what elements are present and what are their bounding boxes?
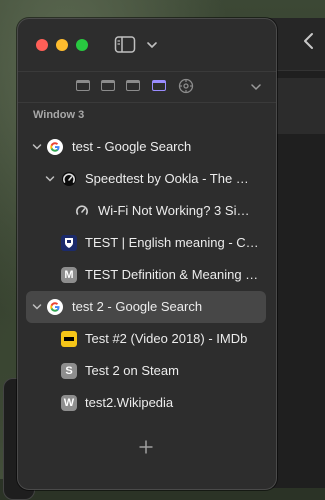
- tab-title: test 2 - Google Search: [72, 299, 203, 314]
- tab-group-bar: [18, 71, 276, 103]
- chevron-down-icon[interactable]: [32, 302, 42, 312]
- speedtest-icon: [62, 172, 76, 186]
- cambridge-icon: [61, 235, 77, 251]
- google-icon: [47, 139, 63, 155]
- tab-title: Wi-Fi Not Working? 3 Simple Fixes: [98, 203, 256, 218]
- close-window-button[interactable]: [36, 39, 48, 51]
- tab-group-icon[interactable]: [76, 80, 90, 91]
- tab-title: Test 2 on Steam: [85, 363, 179, 378]
- letter-m-icon: M: [61, 267, 77, 283]
- tab-row[interactable]: TEST | English meaning - Cambridge Dicti…: [26, 227, 266, 259]
- back-chevron-icon[interactable]: [298, 30, 320, 52]
- tab-title: test - Google Search: [72, 139, 192, 154]
- tab-title: Test #2 (Video 2018) - IMDb: [85, 331, 248, 346]
- tab-row-selected[interactable]: test 2 - Google Search: [26, 291, 266, 323]
- tab-group-icon[interactable]: [101, 80, 115, 91]
- tab-title: TEST | English meaning - Cambridge Dicti…: [85, 235, 261, 250]
- tab-title: test2.Wikipedia: [85, 395, 174, 410]
- new-tab-plus-icon[interactable]: [138, 439, 154, 455]
- imdb-icon: [61, 331, 77, 347]
- chevron-down-icon[interactable]: [250, 82, 262, 92]
- active-tab-group-icon[interactable]: [152, 80, 166, 91]
- globe-icon[interactable]: [178, 78, 194, 94]
- tab-row[interactable]: test - Google Search: [26, 131, 266, 163]
- zoom-window-button[interactable]: [76, 39, 88, 51]
- sidebar-toggle-icon[interactable]: [114, 35, 136, 55]
- window-label: Window 3: [33, 109, 85, 121]
- tab-row[interactable]: Speedtest by Ookla - The Global Broadban…: [26, 163, 266, 195]
- tab-row[interactable]: S Test 2 on Steam: [26, 355, 266, 387]
- tab-sidebar: Window 3 test - Google Search Speedtest …: [17, 18, 277, 490]
- chevron-down-icon[interactable]: [45, 174, 55, 184]
- letter-s-icon: S: [61, 363, 77, 379]
- tab-row[interactable]: Wi-Fi Not Working? 3 Simple Fixes: [26, 195, 266, 227]
- speedtest-icon: [76, 205, 88, 215]
- tab-row[interactable]: M TEST Definition & Meaning - Merriam-We…: [26, 259, 266, 291]
- minimize-window-button[interactable]: [56, 39, 68, 51]
- chevron-down-icon[interactable]: [32, 142, 42, 152]
- tab-title: Speedtest by Ookla - The Global Broadban…: [85, 171, 255, 186]
- tab-title: TEST Definition & Meaning - Merriam-Webs…: [85, 267, 261, 282]
- tab-row[interactable]: Test #2 (Video 2018) - IMDb: [26, 323, 266, 355]
- tab-row[interactable]: W test2.Wikipedia: [26, 387, 266, 419]
- content-area: [276, 78, 325, 134]
- google-icon: [47, 299, 63, 315]
- letter-w-icon: W: [61, 395, 77, 411]
- chevron-down-icon[interactable]: [145, 39, 159, 51]
- tab-group-icon[interactable]: [126, 80, 140, 91]
